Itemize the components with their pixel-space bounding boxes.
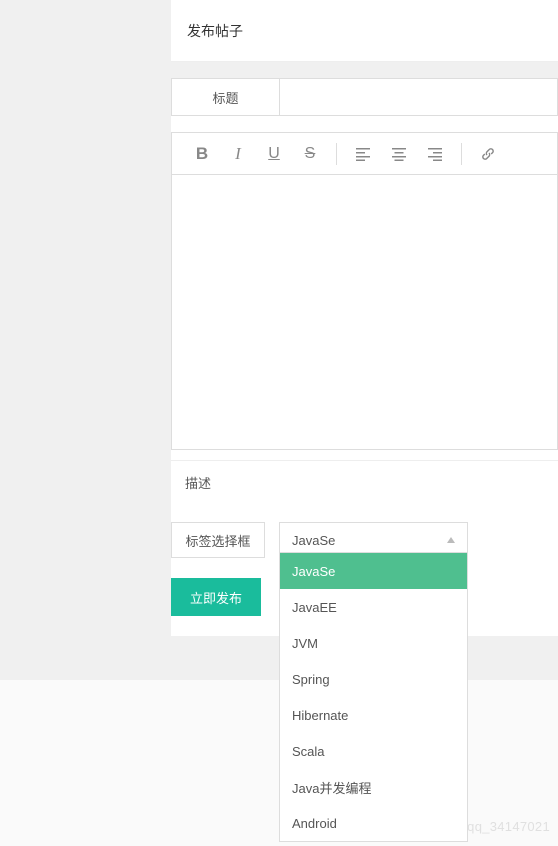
editor-content[interactable] <box>171 174 558 450</box>
strikethrough-icon: S <box>305 145 316 163</box>
align-right-icon <box>427 146 443 162</box>
toolbar-divider <box>336 143 337 165</box>
link-icon <box>480 146 496 162</box>
tag-option[interactable]: Java并发编程 <box>280 769 467 805</box>
title-input[interactable] <box>280 79 557 115</box>
submit-button[interactable]: 立即发布 <box>171 578 261 616</box>
align-center-icon <box>391 146 407 162</box>
align-left-button[interactable] <box>345 136 381 172</box>
bold-icon: B <box>196 144 208 164</box>
align-center-button[interactable] <box>381 136 417 172</box>
tag-option[interactable]: Scala <box>280 733 467 769</box>
underline-icon: U <box>268 145 280 163</box>
tag-option[interactable]: Spring <box>280 661 467 697</box>
page-title-text: 发布帖子 <box>187 21 243 41</box>
underline-button[interactable]: U <box>256 136 292 172</box>
chevron-up-icon <box>447 537 455 543</box>
tag-dropdown: JavaSeJavaEEJVMSpringHibernateScalaJava并… <box>279 552 468 842</box>
tag-select-value: JavaSe <box>292 533 335 548</box>
italic-button[interactable]: I <box>220 136 256 172</box>
italic-icon: I <box>235 144 241 164</box>
title-label: 标题 <box>172 79 280 115</box>
tag-option[interactable]: Hibernate <box>280 697 467 733</box>
submit-button-label: 立即发布 <box>190 588 242 607</box>
strikethrough-button[interactable]: S <box>292 136 328 172</box>
page-title: 发布帖子 <box>171 0 558 62</box>
tag-option[interactable]: JavaEE <box>280 589 467 625</box>
description-label: 描述 <box>171 460 558 504</box>
tag-dropdown-list[interactable]: JavaSeJavaEEJVMSpringHibernateScalaJava并… <box>280 553 467 841</box>
editor-toolbar: B I U S <box>171 132 558 174</box>
divider-gap <box>171 62 558 78</box>
link-button[interactable] <box>470 136 506 172</box>
align-right-button[interactable] <box>417 136 453 172</box>
tag-label: 标签选择框 <box>171 522 265 558</box>
editor: B I U S <box>171 132 558 450</box>
toolbar-divider <box>461 143 462 165</box>
tag-option[interactable]: Android <box>280 805 467 841</box>
align-left-icon <box>355 146 371 162</box>
title-field: 标题 <box>171 78 558 116</box>
bold-button[interactable]: B <box>184 136 220 172</box>
tag-option[interactable]: JavaSe <box>280 553 467 589</box>
tag-option[interactable]: JVM <box>280 625 467 661</box>
content-panel: 发布帖子 标题 B I U S <box>171 0 558 636</box>
